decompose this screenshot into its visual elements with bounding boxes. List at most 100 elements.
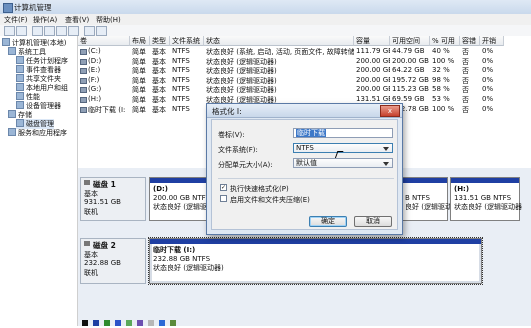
refresh-icon[interactable] [96, 26, 107, 36]
cell-percent-free: 98 % [432, 75, 450, 84]
cell-volume: (E:) [88, 66, 101, 75]
cell-layout: 简单 [132, 76, 146, 85]
cell-filesystem: NTFS [172, 56, 190, 65]
column-header-filesystem[interactable]: 文件系统 [170, 36, 204, 46]
cell-filesystem: NTFS [172, 95, 190, 103]
cancel-button[interactable]: 取消 [354, 216, 392, 227]
cell-capacity: 111.79 GB [356, 47, 390, 55]
cluster-size-select[interactable]: 默认值 [293, 158, 393, 168]
cell-percent-free: 53 % [432, 95, 450, 103]
tree-item-label: 设备管理器 [26, 102, 61, 110]
cell-type: 基本 [152, 76, 166, 85]
tree-item-label: 磁盘管理 [26, 120, 54, 128]
partition-i[interactable]: 临时下载 (I:) 232.88 GB NTFS 状态良好 (逻辑驱动器) [148, 237, 483, 285]
partition-h[interactable]: (H:) 131.51 GB NTFS 状态良好 (逻辑驱动器 [450, 177, 522, 221]
disk-status: 联机 [84, 269, 98, 277]
cell-free-space: 115.23 GB [392, 85, 429, 94]
dialog-divider [218, 178, 394, 179]
cell-type: 基本 [152, 86, 166, 95]
filesystem-value: NTFS [296, 144, 314, 152]
disk-icon [16, 119, 24, 127]
tree-item-label: 共享文件夹 [26, 75, 61, 83]
legend-swatch [115, 320, 121, 326]
cell-layout: 简单 [132, 67, 146, 76]
cell-overhead: 0% [482, 104, 494, 113]
table-row[interactable]: (C:) 简单 基本 NTFS 状态良好 (系统, 启动, 活动, 页面文件, 故障转储… [78, 47, 531, 56]
legend-swatch [82, 320, 88, 326]
column-header-overhead[interactable]: 开销 [480, 36, 504, 46]
cell-percent-free: 32 % [432, 66, 450, 75]
cluster-size-caption: 分配单元大小(A): [218, 161, 273, 169]
performance-icon [16, 92, 24, 100]
chevron-down-icon [383, 162, 389, 166]
cell-layout: 简单 [132, 57, 146, 66]
column-header-free-space[interactable]: 可用空间 [390, 36, 430, 46]
cell-volume: (H:) [88, 95, 102, 103]
help-icon[interactable] [68, 26, 79, 36]
show-hide-tree-icon[interactable] [44, 26, 55, 36]
cell-type: 基本 [152, 96, 166, 104]
cell-fault-tolerance: 否 [462, 86, 469, 95]
cell-volume: (F:) [88, 75, 100, 84]
volume-icon [80, 49, 87, 55]
legend-swatch [148, 320, 154, 326]
partition-g[interactable]: B NTFS 良好 (逻辑驱动器) [402, 177, 462, 221]
volume-label-input[interactable]: 临时下载 [293, 128, 393, 138]
partition-bar [403, 178, 447, 183]
cell-overhead: 0% [482, 66, 494, 75]
column-header-layout[interactable]: 布局 [130, 36, 150, 46]
column-header-status[interactable]: 状态 [204, 36, 354, 46]
column-header-type[interactable]: 类型 [150, 36, 170, 46]
legend-swatch [137, 320, 143, 326]
cell-percent-free: 40 % [432, 47, 450, 55]
cell-filesystem: NTFS [172, 104, 190, 113]
tree-item-label: 服务和应用程序 [18, 129, 67, 137]
chevron-down-icon [383, 147, 389, 151]
cell-layout: 简单 [132, 96, 146, 104]
partition-detail: 131.51 GB NTFS [454, 194, 512, 202]
column-header-percent-free[interactable]: % 可用 [430, 36, 460, 46]
partition-status: 状态良好 (逻辑驱动器) [153, 264, 224, 272]
column-header-volume[interactable]: 卷 [78, 36, 130, 46]
disk-1-label[interactable]: 磁盘 1 基本 931.51 GB 联机 [80, 177, 146, 221]
menu-file[interactable]: 文件(F) [4, 15, 28, 25]
table-row[interactable]: (F:) 简单 基本 NTFS 状态良好 (逻辑驱动器) 200.00 GB 195.72 … [78, 76, 531, 85]
cell-free-space: 44.79 GB [392, 47, 425, 55]
column-header-fault-tolerance[interactable]: 容错 [460, 36, 480, 46]
menu-help[interactable]: 帮助(H) [96, 15, 121, 25]
cell-free-space: 64.22 GB [392, 66, 425, 75]
tree-item-label: 系统工具 [18, 48, 46, 56]
table-row[interactable]: (D:) 简单 基本 NTFS 状态良好 (逻辑驱动器) 200.00 GB 200.00 … [78, 57, 531, 66]
view-icon[interactable] [84, 26, 95, 36]
table-row[interactable]: (G:) 简单 基本 NTFS 状态良好 (逻辑驱动器) 200.00 GB 115.23 … [78, 85, 531, 94]
cell-filesystem: NTFS [172, 85, 190, 94]
cell-status: 状态良好 (逻辑驱动器) [206, 57, 277, 66]
users-icon [16, 83, 24, 91]
column-header-capacity[interactable]: 容量 [354, 36, 390, 46]
table-row[interactable]: (E:) 简单 基本 NTFS 状态良好 (逻辑驱动器) 200.00 GB 64.22 G… [78, 66, 531, 75]
compression-checkbox[interactable] [220, 195, 227, 202]
cell-volume: (D:) [88, 56, 102, 65]
close-button[interactable]: x [380, 105, 400, 117]
up-icon[interactable] [32, 26, 43, 36]
dialog-title: 格式化 I: [212, 107, 242, 116]
quick-format-checkbox[interactable]: ✓ [220, 184, 227, 191]
menu-action[interactable]: 操作(A) [33, 15, 57, 25]
menu-view[interactable]: 查看(V) [65, 15, 89, 25]
partition-text: (H:) 131.51 GB NTFS 状态良好 (逻辑驱动器 [454, 185, 522, 212]
partition-text: 临时下载 (I:) 232.88 GB NTFS 状态良好 (逻辑驱动器) [153, 246, 224, 273]
volume-icon [80, 87, 87, 94]
quick-format-label: 执行快速格式化(P) [230, 185, 289, 193]
ok-button[interactable]: 确定 [309, 216, 347, 227]
tree-item-services-apps[interactable]: 服务和应用程序 [8, 128, 67, 138]
disk-2-label[interactable]: 磁盘 2 基本 232.88 GB 联机 [80, 238, 146, 284]
cluster-size-value: 默认值 [296, 159, 317, 167]
cell-free-space: 200.00 GB [392, 56, 429, 65]
back-icon[interactable] [4, 26, 15, 36]
cell-status: 状态良好 (逻辑驱动器) [206, 86, 277, 95]
forward-icon[interactable] [16, 26, 27, 36]
legend-swatch [159, 320, 165, 326]
properties-icon[interactable] [56, 26, 67, 36]
partition-letter: (H:) [454, 185, 470, 193]
volume-icon [80, 58, 87, 65]
